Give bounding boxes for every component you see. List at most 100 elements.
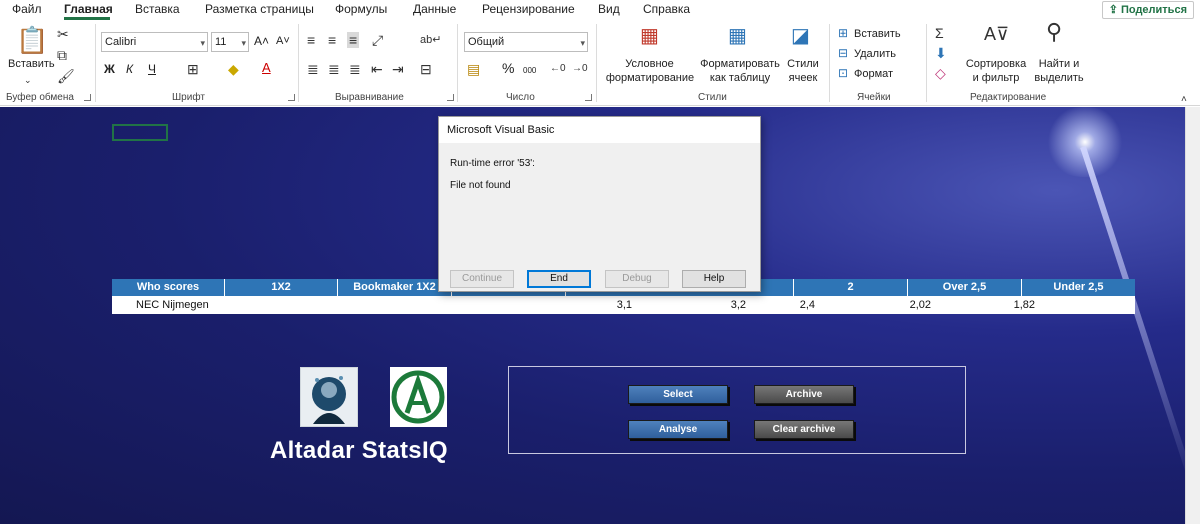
- error-code-text: Run-time error '53':: [450, 158, 535, 169]
- accounting-format-icon[interactable]: ▤: [467, 61, 480, 77]
- find-select-label-1[interactable]: Найти и: [1032, 58, 1086, 70]
- select-button[interactable]: Select: [628, 385, 728, 404]
- increase-font-icon[interactable]: A˄: [254, 35, 269, 47]
- tab-data[interactable]: Данные: [413, 2, 456, 16]
- selected-cell[interactable]: [112, 124, 168, 141]
- align-center-icon[interactable]: ≣: [328, 61, 340, 77]
- orientation-icon[interactable]: ⤢: [372, 32, 383, 48]
- align-middle-icon[interactable]: ≡: [328, 32, 336, 48]
- bold-button[interactable]: Ж: [104, 63, 115, 75]
- share-button[interactable]: ⇪ Поделиться: [1101, 1, 1194, 19]
- find-select-icon[interactable]: ⚲: [1046, 21, 1062, 43]
- share-icon: ⇪: [1108, 4, 1121, 16]
- archive-button[interactable]: Archive: [754, 385, 854, 404]
- increase-indent-icon[interactable]: ⇥: [392, 61, 404, 77]
- delete-cells-button[interactable]: Удалить: [854, 48, 896, 60]
- paste-label[interactable]: Вставить: [8, 58, 55, 70]
- chevron-down-icon: ▾: [200, 38, 205, 48]
- format-cells-icon[interactable]: ⊡: [838, 65, 848, 81]
- paste-icon[interactable]: 📋: [16, 26, 48, 54]
- clear-archive-button[interactable]: Clear archive: [754, 420, 854, 439]
- header-bookmaker-1x2: Bookmaker 1X2: [338, 279, 452, 296]
- find-select-label-2[interactable]: выделить: [1029, 72, 1089, 84]
- cell-styles-label-2[interactable]: ячеек: [778, 72, 828, 84]
- percent-style-button[interactable]: %: [502, 61, 514, 75]
- copy-icon[interactable]: ⧉: [57, 47, 67, 63]
- cell-under[interactable]: 1,82: [976, 296, 1035, 314]
- cell-team[interactable]: NEC Nijmegen: [112, 296, 225, 314]
- vertical-scrollbar[interactable]: [1185, 107, 1200, 524]
- merge-center-icon[interactable]: ⊟: [420, 61, 432, 77]
- paste-dropdown-icon[interactable]: ⌄: [24, 72, 32, 88]
- number-format-select[interactable]: Общий ▾: [464, 32, 588, 52]
- wrap-text-icon[interactable]: ab↵: [420, 32, 441, 48]
- cell-odds-x[interactable]: 3,2: [634, 296, 748, 314]
- borders-icon[interactable]: ⊞: [187, 61, 199, 77]
- clipboard-launcher-icon[interactable]: [84, 94, 91, 101]
- conditional-formatting-icon[interactable]: ▦: [640, 26, 659, 46]
- cell-odds-1[interactable]: 3,1: [452, 296, 634, 314]
- group-label-font: Шрифт: [172, 92, 205, 103]
- end-button[interactable]: End: [527, 270, 591, 288]
- align-bottom-icon[interactable]: ≡: [347, 32, 360, 48]
- font-launcher-icon[interactable]: [288, 94, 295, 101]
- insert-cells-icon[interactable]: ⊞: [838, 25, 848, 41]
- sort-filter-icon[interactable]: A⊽: [984, 25, 1009, 43]
- group-separator: [829, 24, 830, 102]
- tab-view[interactable]: Вид: [598, 2, 620, 16]
- font-name-select[interactable]: Calibri ▾: [101, 32, 208, 52]
- group-separator: [926, 24, 927, 102]
- help-button[interactable]: Help: [682, 270, 746, 288]
- tab-file[interactable]: Файл: [12, 2, 42, 16]
- format-painter-icon[interactable]: 🖌: [57, 68, 75, 84]
- fill-icon[interactable]: ⬇: [935, 45, 947, 61]
- font-size-select[interactable]: 11 ▾: [211, 32, 249, 52]
- decrease-indent-icon[interactable]: ⇤: [371, 61, 383, 77]
- cell-over[interactable]: 2,02: [862, 296, 976, 314]
- tab-review[interactable]: Рецензирование: [482, 2, 575, 16]
- align-right-icon[interactable]: ≣: [349, 61, 361, 77]
- background-glow: [1040, 107, 1130, 177]
- decrease-font-icon[interactable]: A˅: [276, 35, 290, 47]
- cell-styles-label-1[interactable]: Стили: [783, 58, 823, 70]
- underline-button[interactable]: Ч: [148, 63, 156, 75]
- tab-insert[interactable]: Вставка: [135, 2, 180, 16]
- align-left-icon[interactable]: ≣: [307, 61, 319, 77]
- comma-style-button[interactable]: 000: [523, 65, 536, 77]
- analyse-button[interactable]: Analyse: [628, 420, 728, 439]
- number-launcher-icon[interactable]: [585, 94, 592, 101]
- macro-button-panel: Select Archive Analyse Clear archive: [508, 366, 966, 454]
- delete-cells-icon[interactable]: ⊟: [838, 45, 848, 61]
- collapse-ribbon-icon[interactable]: ˄: [1181, 92, 1187, 108]
- insert-cells-button[interactable]: Вставить: [854, 28, 901, 40]
- cut-icon[interactable]: ✂: [57, 26, 69, 42]
- continue-button[interactable]: Continue: [450, 270, 514, 288]
- cell-odds-2[interactable]: 2,4: [748, 296, 862, 314]
- clear-icon[interactable]: ◇: [935, 65, 946, 81]
- font-color-icon[interactable]: A: [262, 61, 271, 74]
- tab-home[interactable]: Главная: [64, 2, 113, 16]
- tab-page-layout[interactable]: Разметка страницы: [205, 2, 314, 16]
- debug-button[interactable]: Debug: [605, 270, 669, 288]
- sort-filter-label-2[interactable]: и фильтр: [962, 72, 1030, 84]
- increase-decimal-icon[interactable]: ←0: [550, 61, 566, 77]
- tab-formulas[interactable]: Формулы: [335, 2, 387, 16]
- tab-help[interactable]: Справка: [643, 2, 690, 16]
- sort-filter-label-1[interactable]: Сортировка: [962, 58, 1030, 70]
- alignment-launcher-icon[interactable]: [447, 94, 454, 101]
- format-cells-button[interactable]: Формат: [854, 68, 893, 80]
- cell-bookmaker[interactable]: [338, 296, 452, 314]
- format-as-table-label-1[interactable]: Форматировать: [700, 58, 780, 70]
- cell-styles-icon[interactable]: ◪: [791, 26, 810, 46]
- conditional-formatting-label-1[interactable]: Условное: [612, 58, 687, 70]
- decrease-decimal-icon[interactable]: →0: [572, 61, 588, 77]
- fill-color-icon[interactable]: ◆: [228, 61, 239, 77]
- align-top-icon[interactable]: ≡: [307, 32, 315, 48]
- cell-1x2[interactable]: [225, 296, 338, 314]
- conditional-formatting-label-2[interactable]: форматирование: [600, 72, 700, 84]
- share-label: Поделиться: [1120, 4, 1187, 16]
- autosum-icon[interactable]: Σ: [935, 25, 944, 41]
- format-as-table-label-2[interactable]: как таблицу: [700, 72, 780, 84]
- format-as-table-icon[interactable]: ▦: [728, 26, 747, 46]
- italic-button[interactable]: К: [126, 63, 133, 75]
